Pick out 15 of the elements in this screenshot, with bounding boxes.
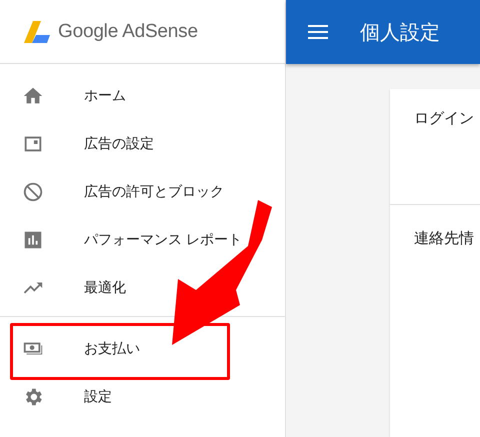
bar-chart-icon <box>22 229 44 251</box>
page-title: 個人設定 <box>360 20 440 46</box>
sidebar-item[interactable]: 広告の許可とブロック <box>0 170 232 214</box>
section-title: ログイン <box>414 110 474 127</box>
sidebar-item[interactable]: 広告の設定 <box>0 122 162 166</box>
section-title: 連絡先情 <box>414 230 474 247</box>
sidebar-item[interactable]: 最適化 <box>0 266 134 310</box>
menu-button[interactable] <box>308 25 328 39</box>
sidebar-item[interactable]: お支払い <box>0 327 148 371</box>
sidebar-item[interactable]: 設定 <box>0 375 120 419</box>
logo-text: Google AdSense <box>58 20 198 42</box>
block-icon <box>22 181 44 203</box>
sidebar-item[interactable]: ホーム <box>0 74 134 118</box>
logo-icon <box>24 20 50 42</box>
sidebar-item[interactable]: パフォーマンス レポート <box>0 218 250 262</box>
